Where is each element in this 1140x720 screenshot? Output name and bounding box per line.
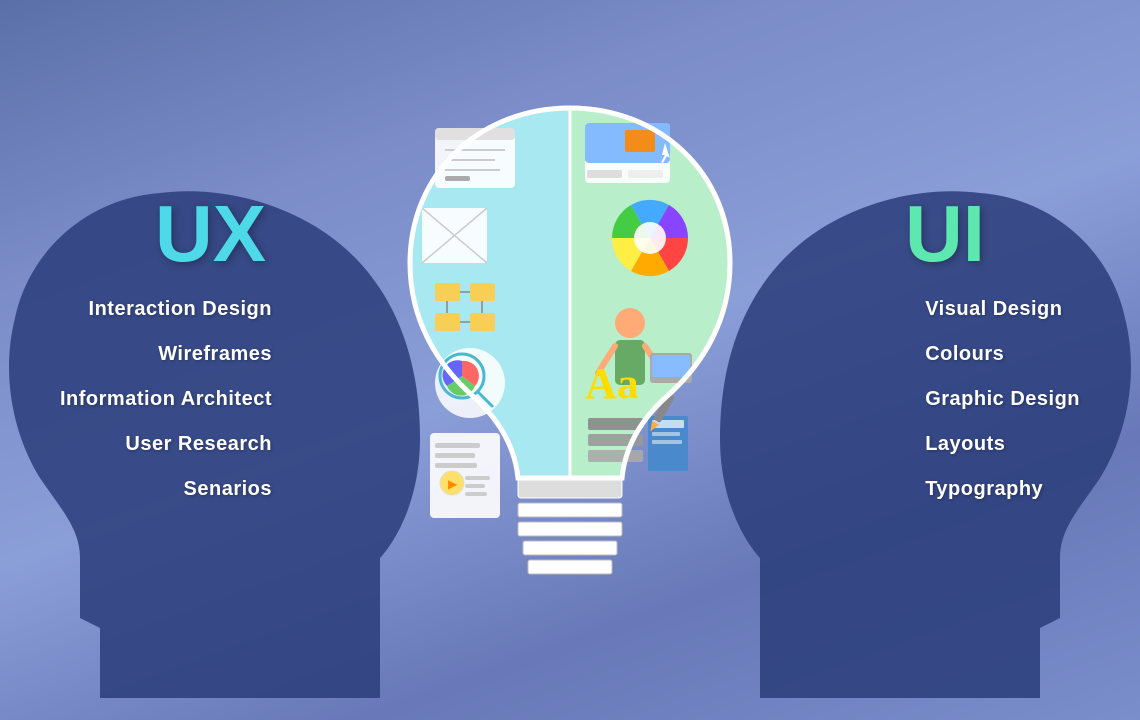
svg-text:▶: ▶ [448, 477, 458, 491]
ui-item-typography: Typography [925, 478, 1080, 501]
lightbulb-svg: ▶ [380, 88, 760, 668]
ui-item-visual-design: Visual Design [925, 298, 1080, 321]
ux-items-list: Interaction Design Wireframes Informatio… [60, 298, 272, 523]
ui-label: UI [905, 188, 985, 280]
ui-items-list: Visual Design Colours Graphic Design Lay… [925, 298, 1080, 523]
ui-item-graphic-design: Graphic Design [925, 388, 1080, 411]
lightbulb-container: ▶ [380, 88, 760, 668]
ui-item-layouts: Layouts [925, 433, 1080, 456]
svg-text:Aa: Aa [585, 359, 639, 408]
ux-item-senarios: Senarios [60, 478, 272, 501]
ui-item-colours: Colours [925, 343, 1080, 366]
ux-item-user-research: User Research [60, 433, 272, 456]
ux-item-wireframes: Wireframes [60, 343, 272, 366]
main-content: UX UI Interaction Design Wireframes Info… [0, 78, 1140, 698]
ux-label: UX [155, 188, 266, 280]
ux-item-interaction-design: Interaction Design [60, 298, 272, 321]
ux-item-information-architect: Information Architect [60, 388, 272, 411]
